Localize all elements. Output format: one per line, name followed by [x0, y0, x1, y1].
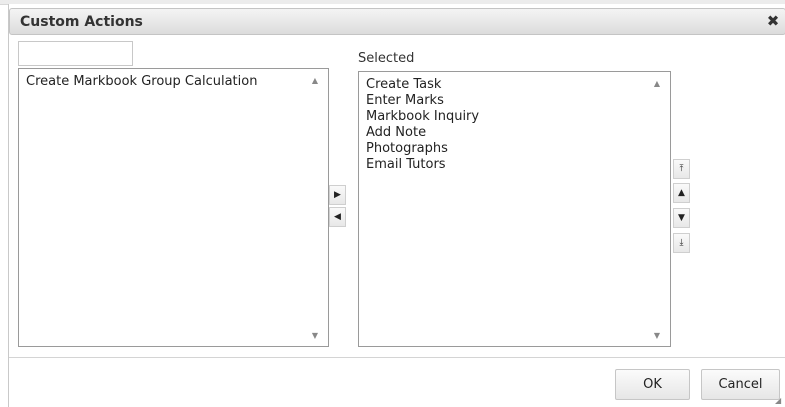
available-actions-list[interactable]: Create Markbook Group Calculation ▲ ▼	[18, 68, 329, 347]
resize-grip-icon[interactable]: ◢	[775, 397, 783, 405]
ok-button[interactable]: OK	[615, 369, 690, 400]
remove-from-selected-button[interactable]: ◀	[329, 207, 346, 227]
list-item[interactable]: Email Tutors	[366, 157, 648, 173]
scroll-down-icon[interactable]: ▼	[651, 330, 663, 342]
list-item[interactable]: Add Note	[366, 125, 648, 141]
list-item[interactable]: Enter Marks	[366, 93, 648, 109]
arrow-left-icon: ◀	[334, 212, 341, 222]
list-item[interactable]: Create Task	[366, 77, 648, 93]
selected-list-label: Selected	[358, 51, 415, 66]
list-item[interactable]: Photographs	[366, 141, 648, 157]
move-up-button[interactable]: ▲	[673, 183, 690, 203]
dialog-titlebar[interactable]: Custom Actions ✖	[9, 8, 785, 35]
dialog-title: Custom Actions	[20, 14, 143, 30]
move-up-icon: ▲	[678, 188, 685, 198]
arrow-right-icon: ▶	[334, 190, 341, 200]
scroll-down-icon[interactable]: ▼	[309, 330, 321, 342]
list-item[interactable]: Markbook Inquiry	[366, 109, 648, 125]
move-top-icon: ⤒	[679, 164, 684, 174]
move-to-top-button[interactable]: ⤒	[673, 159, 690, 179]
custom-actions-dialog: Custom Actions ✖ Selected Create Markboo…	[8, 4, 785, 407]
footer-divider	[9, 357, 785, 358]
cancel-button[interactable]: Cancel	[701, 369, 780, 400]
move-bottom-icon: ⤓	[679, 238, 684, 248]
scroll-up-icon[interactable]: ▲	[651, 78, 663, 90]
filter-input[interactable]	[18, 41, 133, 66]
move-to-bottom-button[interactable]: ⤓	[673, 233, 690, 253]
close-icon[interactable]: ✖	[765, 12, 781, 30]
add-to-selected-button[interactable]: ▶	[329, 185, 346, 205]
scroll-up-icon[interactable]: ▲	[309, 75, 321, 87]
selected-actions-list[interactable]: Create Task Enter Marks Markbook Inquiry…	[358, 71, 671, 347]
move-down-button[interactable]: ▼	[673, 208, 690, 228]
list-item[interactable]: Create Markbook Group Calculation	[26, 74, 306, 90]
move-down-icon: ▼	[678, 213, 685, 223]
